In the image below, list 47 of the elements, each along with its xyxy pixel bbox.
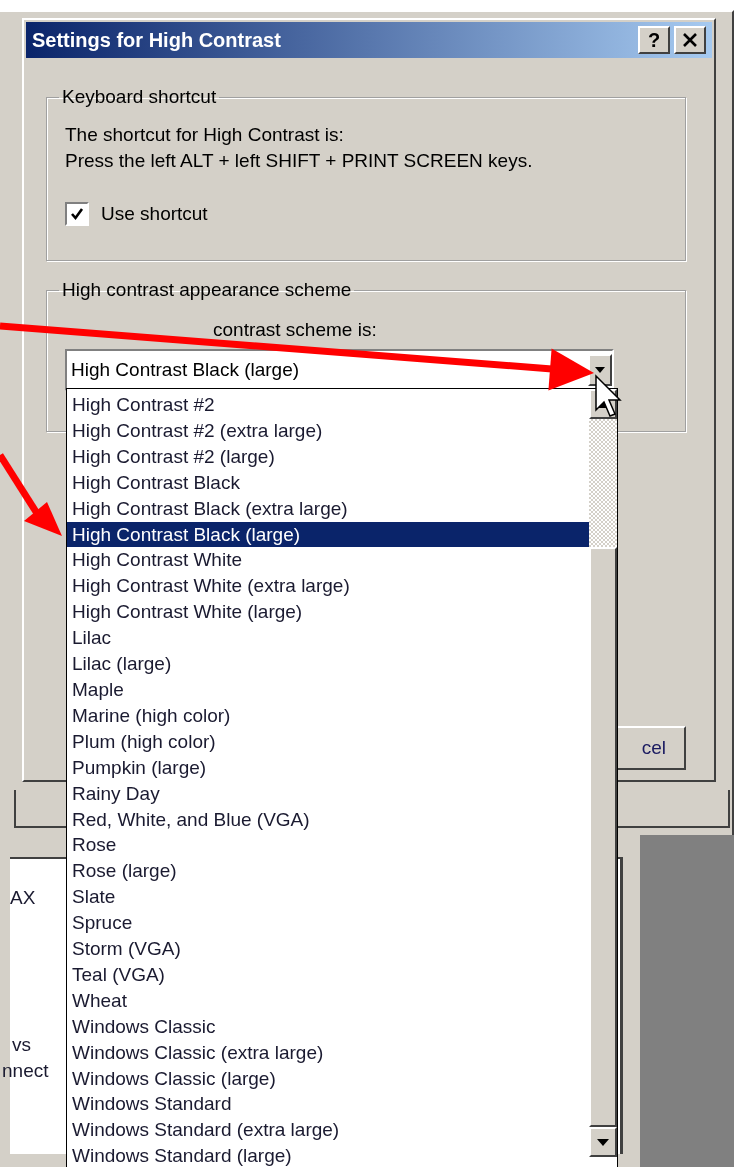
- list-item[interactable]: High Contrast White (extra large): [67, 573, 589, 600]
- list-item[interactable]: High Contrast White (large): [67, 599, 589, 626]
- list-item[interactable]: High Contrast #2 (large): [67, 443, 589, 470]
- list-item[interactable]: High Contrast #2: [67, 392, 589, 418]
- dropdown-button[interactable]: [588, 354, 612, 386]
- group-title: High contrast appearance scheme: [61, 279, 353, 301]
- close-button[interactable]: [674, 26, 706, 54]
- checkmark-icon: [70, 207, 84, 221]
- list-item[interactable]: Red, White, and Blue (VGA): [67, 806, 589, 833]
- description-text: The shortcut for High Contrast is:: [65, 123, 345, 147]
- list-item[interactable]: Rose: [67, 832, 589, 859]
- list-item[interactable]: High Contrast Black (extra large): [67, 495, 589, 522]
- checkbox[interactable]: [65, 202, 89, 226]
- list-item[interactable]: Storm (VGA): [67, 936, 589, 962]
- field-label: contrast scheme is:: [213, 318, 377, 342]
- scrollbar-thumb[interactable]: [589, 547, 617, 1127]
- cut-off-text: nnect: [2, 1060, 49, 1082]
- list-item[interactable]: Windows Classic (large): [67, 1065, 589, 1092]
- list-item[interactable]: Wheat: [67, 987, 589, 1014]
- list-item[interactable]: Lilac: [67, 625, 589, 652]
- description-text: Press the left ALT + left SHIFT + PRINT SCREEN keys.: [65, 149, 534, 173]
- list-item[interactable]: Windows Standard: [67, 1091, 589, 1118]
- list-item[interactable]: Windows Classic (extra large): [67, 1039, 589, 1066]
- list-item[interactable]: High Contrast White: [67, 547, 589, 574]
- window-title: Settings for High Contrast: [32, 28, 282, 52]
- list-item[interactable]: Rainy Day: [67, 780, 589, 807]
- list-item[interactable]: Windows Classic: [67, 1013, 589, 1040]
- list-item[interactable]: Spruce: [67, 910, 589, 937]
- list-item[interactable]: Teal (VGA): [67, 961, 589, 988]
- list-item[interactable]: Marine (high color): [67, 702, 589, 729]
- scroll-down-button[interactable]: [589, 1127, 617, 1157]
- list-item[interactable]: Slate: [67, 884, 589, 911]
- list-item[interactable]: Maple: [67, 676, 589, 703]
- list-item[interactable]: Windows Standard (extra large): [67, 1117, 589, 1144]
- group-title: Keyboard shortcut: [61, 86, 218, 108]
- cut-off-text: AX: [10, 887, 36, 909]
- close-icon: [682, 33, 698, 47]
- list-item[interactable]: High Contrast Black: [67, 469, 589, 496]
- list-item[interactable]: Rose (large): [67, 858, 589, 885]
- list-item[interactable]: High Contrast #2 (extra large): [67, 417, 589, 444]
- checkbox-label[interactable]: Use shortcut: [101, 203, 208, 225]
- caret-down-icon: [597, 1138, 609, 1146]
- help-button[interactable]: ?: [638, 26, 670, 54]
- cut-off-text: vs: [12, 1034, 31, 1056]
- list-item[interactable]: Lilac (large): [67, 651, 589, 677]
- list-item[interactable]: Windows Standard (large): [67, 1143, 589, 1167]
- list-item[interactable]: High Contrast Black (large): [67, 521, 589, 548]
